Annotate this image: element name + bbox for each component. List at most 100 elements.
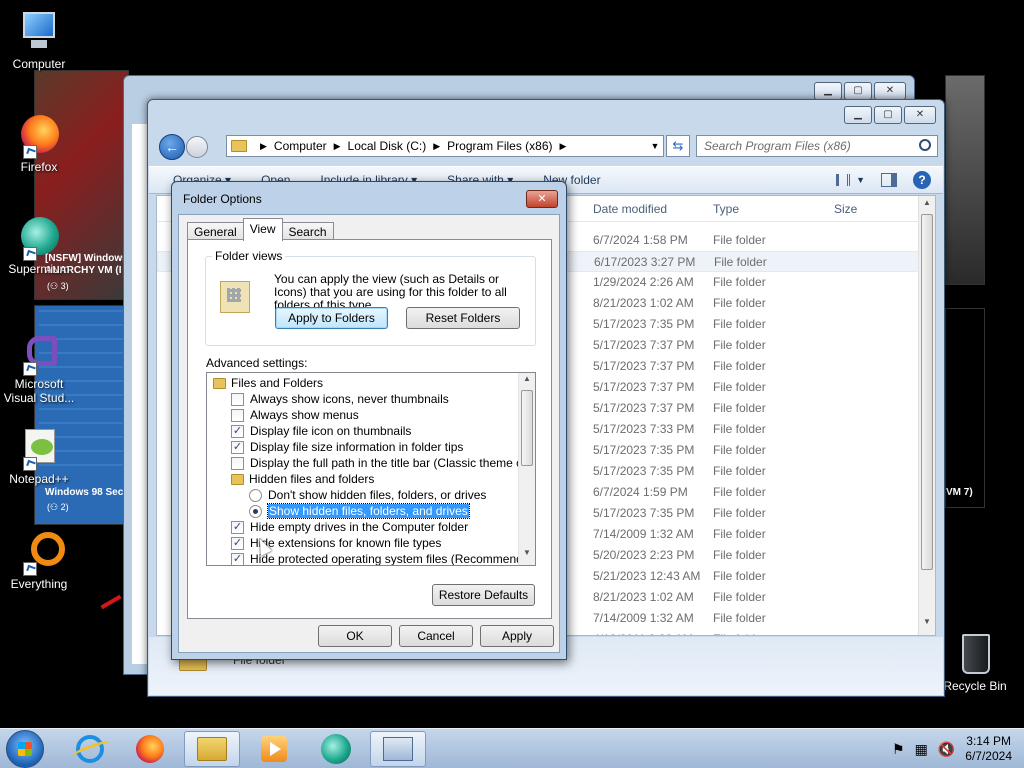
taskbar-supermium[interactable] <box>308 731 364 767</box>
row-type: File folder <box>713 632 766 635</box>
taskbar-control-panel[interactable] <box>370 731 426 767</box>
clock[interactable]: 3:14 PM 6/7/2024 <box>965 734 1012 764</box>
tree-checkbox-item[interactable]: Display the full path in the title bar (… <box>231 455 536 471</box>
tree-checkbox-item[interactable]: ✓ Display file icon on thumbnails <box>231 423 411 439</box>
tree-checkbox-item[interactable]: Always show icons, never thumbnails <box>231 391 449 407</box>
apply-button[interactable]: Apply <box>480 625 554 647</box>
row-date: 5/20/2023 2:23 PM <box>593 548 695 562</box>
thumbnail-title: Windows 98 Seco <box>45 487 130 498</box>
tree-radio-item[interactable]: Don't show hidden files, folders, or dri… <box>249 487 486 503</box>
column-header-size[interactable]: Size <box>834 202 857 216</box>
restore-defaults-button[interactable]: Restore Defaults <box>432 584 535 606</box>
folder-icon <box>213 377 226 389</box>
desktop-icon-notepad-plus-plus[interactable]: Notepad++ <box>1 425 77 486</box>
chevron-down-icon: ▼ <box>856 175 865 185</box>
taskbar-media-player[interactable] <box>246 731 302 767</box>
tree-item-label: Display the full path in the title bar (… <box>250 456 536 470</box>
row-type: File folder <box>713 422 766 436</box>
view-tab-page: Folder views You can apply the view (suc… <box>187 239 552 619</box>
close-button[interactable]: ✕ <box>904 106 936 124</box>
reset-folders-button[interactable]: Reset Folders <box>406 307 520 329</box>
row-type: File folder <box>713 464 766 478</box>
tree-scrollbar[interactable]: ▲ ▼ <box>518 373 535 565</box>
taskbar-windows-explorer[interactable] <box>184 731 240 767</box>
folder-options-dialog[interactable]: Folder Options ✕ General View Search Fol… <box>171 181 567 660</box>
scrollbar-thumb[interactable] <box>521 390 533 466</box>
tree-checkbox-item[interactable]: ✓ Hide protected operating system files (… <box>231 551 536 566</box>
tree-item-label: Hide extensions for known file types <box>250 536 442 550</box>
column-header-date[interactable]: Date modified <box>593 202 667 216</box>
vertical-scrollbar[interactable]: ▲ ▼ <box>918 196 935 635</box>
tree-checkbox-item[interactable]: ✓ Display file size information in folder… <box>231 439 463 455</box>
cancel-button[interactable]: Cancel <box>399 625 473 647</box>
scroll-down-arrow[interactable]: ▼ <box>919 617 935 633</box>
desktop-icon-supermium[interactable]: Supermium <box>1 215 77 276</box>
taskbar-firefox[interactable] <box>122 731 178 767</box>
tree-item-label: Display file icon on thumbnails <box>250 424 412 438</box>
tab-view[interactable]: View <box>242 218 283 241</box>
change-view-button[interactable]: ▼ <box>836 174 865 186</box>
tree-group: Files and Folders <box>213 375 323 391</box>
dialog-close-button[interactable]: ✕ <box>526 190 558 208</box>
thumbnail-title: VM 7) <box>946 487 973 498</box>
chevron-right-icon: ▶ <box>333 140 341 151</box>
checkbox-checked-icon: ✓ <box>231 424 244 438</box>
column-header-type[interactable]: Type <box>713 202 739 216</box>
row-date: 5/17/2023 7:37 PM <box>593 338 695 352</box>
maximize-button[interactable]: ▢ <box>874 106 902 124</box>
desktop-icon-firefox[interactable]: Firefox <box>1 113 77 174</box>
chevron-down-icon[interactable]: ▼ <box>647 141 663 151</box>
apply-to-folders-button[interactable]: Apply to Folders <box>275 307 388 329</box>
volume-muted-icon[interactable]: 🔇 <box>938 741 955 758</box>
minimize-button[interactable]: ▁ <box>814 82 842 100</box>
breadcrumb-local-disk[interactable]: Local Disk (C:) <box>348 139 427 153</box>
breadcrumb-computer[interactable]: Computer <box>274 139 327 153</box>
close-button[interactable]: ✕ <box>874 82 906 100</box>
ok-button[interactable]: OK <box>318 625 392 647</box>
start-button[interactable] <box>6 730 44 768</box>
row-type: File folder <box>713 485 766 499</box>
scroll-up-arrow[interactable]: ▲ <box>519 374 535 390</box>
control-panel-icon <box>383 737 413 761</box>
checkbox-unchecked-icon <box>231 456 244 470</box>
row-date: 8/21/2023 1:02 AM <box>593 590 694 604</box>
desktop-icon-computer[interactable]: Computer <box>1 10 77 71</box>
desktop-icon-label: Supermium <box>8 262 70 276</box>
row-date: 7/14/2009 1:32 AM <box>593 527 694 541</box>
taskbar-internet-explorer[interactable] <box>62 731 118 767</box>
tree-checkbox-item[interactable]: ✓ Hide empty drives in the Computer folde… <box>231 519 468 535</box>
minimize-button[interactable]: ▁ <box>844 106 872 124</box>
network-icon[interactable]: ▦ <box>915 741 928 758</box>
folder-icon <box>197 737 227 761</box>
refresh-icon: ⇆ <box>672 138 684 153</box>
maximize-button[interactable]: ▢ <box>844 82 872 100</box>
scroll-down-arrow[interactable]: ▼ <box>519 548 535 564</box>
search-input[interactable]: Search Program Files (x86) <box>696 135 938 157</box>
desktop-icon-label: Microsoft Visual Stud... <box>3 377 75 405</box>
scrollbar-thumb[interactable] <box>921 214 933 570</box>
scroll-up-arrow[interactable]: ▲ <box>919 198 935 214</box>
address-bar[interactable]: ▶ Computer ▶ Local Disk (C:) ▶ Program F… <box>226 135 664 157</box>
group-icon: ⚇ <box>50 502 59 512</box>
preview-pane-icon[interactable] <box>881 173 897 187</box>
dialog-tabs: General View Search <box>187 218 334 241</box>
tree-item-label: Hide protected operating system files (R… <box>250 552 536 566</box>
forward-button[interactable] <box>186 136 208 158</box>
back-button[interactable]: ← <box>159 134 185 160</box>
tree-checkbox-item[interactable]: Always show menus <box>231 407 359 423</box>
refresh-button[interactable]: ⇆ <box>666 135 690 157</box>
advanced-settings-tree[interactable]: Files and Folders Always show icons, neve… <box>206 372 536 566</box>
desktop-icon-visual-studio[interactable]: Microsoft Visual Stud... <box>1 330 77 405</box>
row-date: 5/21/2023 12:43 AM <box>593 569 701 583</box>
shortcut-arrow-icon <box>23 247 37 261</box>
row-date: 5/17/2023 7:33 PM <box>593 422 695 436</box>
desktop-icon-everything[interactable]: Everything <box>1 530 77 591</box>
help-icon[interactable]: ? <box>913 171 931 189</box>
tree-radio-item[interactable]: Show hidden files, folders, and drives <box>249 503 470 519</box>
desktop-icon-recycle-bin[interactable]: Recycle Bin <box>937 632 1013 693</box>
folder-views-legend: Folder views <box>212 249 286 263</box>
row-type: File folder <box>713 296 766 310</box>
breadcrumb-program-files[interactable]: Program Files (x86) <box>447 139 552 153</box>
action-center-flag-icon[interactable]: ⚑ <box>892 741 905 758</box>
row-date: 6/17/2023 3:27 PM <box>594 255 696 269</box>
